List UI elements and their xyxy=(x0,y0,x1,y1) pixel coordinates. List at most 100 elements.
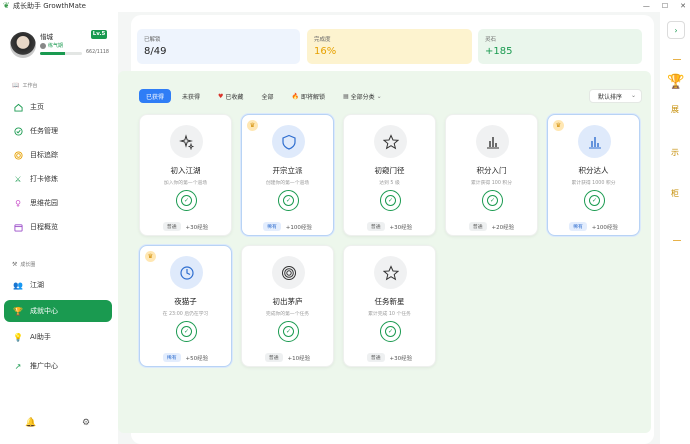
rail-divider xyxy=(673,59,681,60)
stat-label: 完成度 xyxy=(314,37,331,43)
exp-reward: +50经验 xyxy=(185,355,209,362)
title-bar: ❦ 成长助手 GrowthMate — ☐ ✕ xyxy=(0,0,690,12)
rail-divider xyxy=(673,240,681,241)
sidebar-item-promo[interactable]: ↗ 推广中心 xyxy=(4,357,112,375)
unlocked-check-icon: ✓ xyxy=(176,190,197,211)
achievement-footer: 普通 +20经验 xyxy=(446,222,537,231)
exp-reward: +30经验 xyxy=(389,224,413,231)
gear-icon[interactable]: ⚙ xyxy=(82,418,90,428)
filter-category[interactable]: ▦ 全部分类 ⌄ xyxy=(336,89,389,103)
sidebar-item-goals[interactable]: 目标追踪 xyxy=(4,146,112,164)
sidebar-item-checkin[interactable]: ⚔ 打卡修炼 xyxy=(4,170,112,188)
chip-label: 已收藏 xyxy=(225,93,244,101)
exp-reward: +30经验 xyxy=(389,355,413,362)
sidebar-item-garden[interactable]: ♀ 思维花园 xyxy=(4,194,112,212)
achievement-desc: 加入你的第一个道场 xyxy=(163,181,208,186)
achievement-card[interactable]: 初入江湖 加入你的第一个道场 ✓ 普通 +30经验 xyxy=(139,114,232,236)
sort-label: 默认排序 xyxy=(598,93,623,101)
expand-rail-button[interactable]: › xyxy=(667,21,685,39)
rarity-tag: 稀有 xyxy=(569,222,587,231)
crown-icon: ♛ xyxy=(247,120,258,131)
bell-icon[interactable]: 🔔 xyxy=(25,418,36,428)
target-icon xyxy=(272,256,305,289)
stat-value: 16% xyxy=(314,46,337,57)
filter-not-obtained[interactable]: 未获得 xyxy=(175,89,207,103)
window-title: 成长助手 GrowthMate xyxy=(13,2,86,10)
star-icon xyxy=(374,125,407,158)
achievement-footer: 普通 +10经验 xyxy=(242,353,333,362)
achievement-card[interactable]: ♛ 夜猫子在 23:00 后仍在学习 ✓ 稀有 +50经验 xyxy=(139,245,232,367)
section-label-work: 📖 工作台 xyxy=(12,82,38,89)
achievement-desc: 达到 5 级 xyxy=(379,181,400,186)
achievement-footer: 普通 +30经验 xyxy=(344,353,435,362)
sidebar-item-jianghu[interactable]: 👥 江湖 xyxy=(4,276,112,294)
rarity-tag: 普通 xyxy=(264,353,283,362)
achievement-title: 开宗立派 xyxy=(272,166,303,175)
sidebar-item-label: 推广中心 xyxy=(30,362,58,370)
stat-unlocked: 已解锁 8/49 xyxy=(137,29,300,64)
section-text: 成长圈 xyxy=(20,262,36,268)
book-icon: 📖 xyxy=(12,82,20,89)
unlocked-check-icon: ✓ xyxy=(380,321,401,342)
rail-label-char: 柜 xyxy=(671,189,679,198)
achievement-title: 初窥门径 xyxy=(374,166,405,175)
achievement-card[interactable]: 初出茅庐 完成你的第一个任务 ✓ 普通 +10经验 xyxy=(241,245,334,367)
close-icon[interactable]: ✕ xyxy=(680,2,686,10)
unlocked-check-icon: ✓ xyxy=(482,190,503,211)
rarity-tag: 稀有 xyxy=(162,353,181,362)
filter-obtained[interactable]: 已获得 xyxy=(139,89,172,103)
star-icon xyxy=(374,256,407,289)
rarity-tag: 普通 xyxy=(366,353,385,362)
calendar-icon xyxy=(13,222,23,232)
filter-upcoming[interactable]: 🔥 即将解锁 xyxy=(284,89,332,103)
sidebar-item-achievements[interactable]: 🏆 成就中心 xyxy=(4,300,112,322)
sparkle-icon xyxy=(170,125,203,158)
app-logo-icon: ❦ xyxy=(3,1,10,10)
exp-reward: +100经验 xyxy=(285,224,312,231)
achievement-title: 夜猫子 xyxy=(174,297,197,306)
sidebar-item-schedule[interactable]: 日程概览 xyxy=(4,218,112,236)
exp-reward: +100经验 xyxy=(591,224,618,231)
sidebar-item-label: 任务管理 xyxy=(30,127,58,135)
achievement-desc: 在 23:00 后仍在学习 xyxy=(162,312,209,317)
stat-label: 灵石 xyxy=(485,37,497,43)
maximize-icon[interactable]: ☐ xyxy=(662,2,668,10)
bar-chart-icon xyxy=(476,125,509,158)
filter-favorites[interactable]: ♥ 已收藏 xyxy=(211,89,250,103)
sidebar-item-home[interactable]: 主页 xyxy=(4,98,112,116)
achievement-card[interactable]: 初窥门径 达到 5 级 ✓ 普通 +30经验 xyxy=(343,114,436,236)
sidebar-item-label: 目标追踪 xyxy=(30,151,58,159)
heart-icon: ♥ xyxy=(218,92,224,100)
achievement-footer: 稀有 +100经验 xyxy=(242,222,333,231)
xp-bar xyxy=(40,52,82,55)
achievement-footer: 普通 +30经验 xyxy=(140,222,231,231)
stat-label: 已解锁 xyxy=(144,37,161,43)
sword-icon: ⚔ xyxy=(14,174,22,184)
sidebar-item-label: 江湖 xyxy=(30,281,44,289)
sidebar-item-label: AI助手 xyxy=(30,333,51,341)
crown-icon: ♛ xyxy=(145,251,156,262)
achievement-card[interactable]: 任务新星 累计完成 10 个任务 ✓ 普通 +30经验 xyxy=(343,245,436,367)
achievement-card[interactable]: ♛ 积分达人 累计获得 1000 积分 ✓ 稀有 +100经验 xyxy=(547,114,640,236)
sidebar-item-label: 打卡修炼 xyxy=(30,175,58,183)
chip-label: 即将解锁 xyxy=(300,93,325,101)
filter-all[interactable]: 全部 xyxy=(254,89,280,103)
avatar[interactable] xyxy=(10,32,36,58)
stat-value: 8/49 xyxy=(144,46,167,57)
bar-chart-icon xyxy=(578,125,611,158)
section-label-growth: ⚒ 成长圈 xyxy=(12,261,35,268)
sort-select[interactable]: 默认排序 ⌄ xyxy=(589,89,642,103)
user-name: 惜城 xyxy=(40,33,53,41)
minimize-icon[interactable]: — xyxy=(643,2,650,10)
sidebar-item-ai[interactable]: 💡 AI助手 xyxy=(4,328,112,346)
stat-spirit-stone: 灵石 +185 xyxy=(478,29,642,64)
exp-reward: +20经验 xyxy=(491,224,515,231)
achievement-card[interactable]: ♛ 开宗立派 创建你的第一个道场 ✓ 稀有 +100经验 xyxy=(241,114,334,236)
achievement-card[interactable]: 积分入门 累计获得 100 积分 ✓ 普通 +20经验 xyxy=(445,114,538,236)
achievement-desc: 累计完成 10 个任务 xyxy=(368,312,411,317)
sidebar-item-tasks[interactable]: 任务管理 xyxy=(4,122,112,140)
achievement-desc: 累计获得 1000 积分 xyxy=(571,181,616,186)
unlocked-check-icon: ✓ xyxy=(278,190,299,211)
exp-reward: +30经验 xyxy=(185,224,209,231)
xp-text: 662/1118 xyxy=(86,50,109,55)
